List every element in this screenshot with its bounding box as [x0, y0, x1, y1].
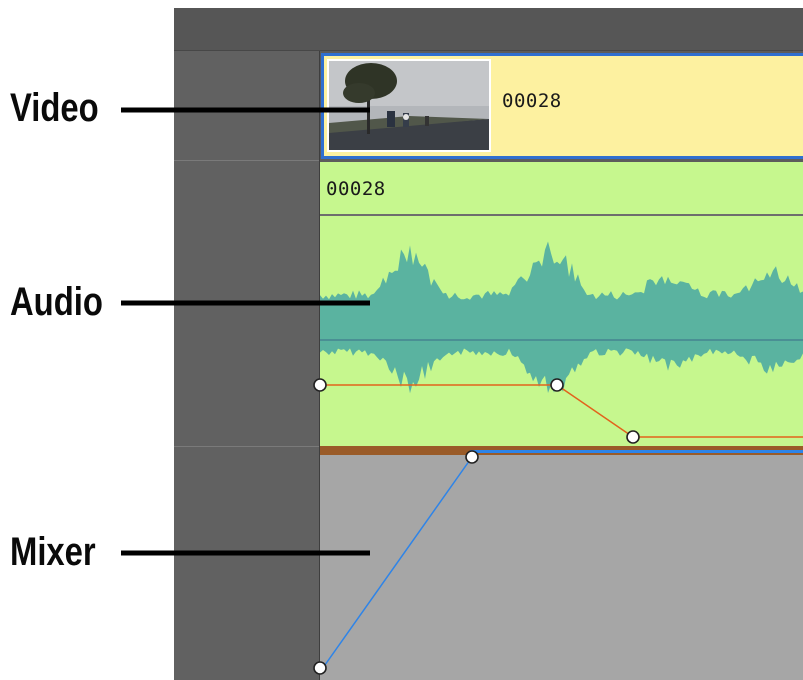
- audio-volume-envelope[interactable]: [320, 384, 803, 438]
- envelope-keyframe[interactable]: [313, 378, 327, 392]
- envelope-keyframe[interactable]: [550, 378, 564, 392]
- mixer-envelope[interactable]: [319, 456, 473, 673]
- callout-audio: Audio: [10, 280, 103, 324]
- mixer-keyframe[interactable]: [313, 661, 327, 675]
- callout-mixer: Mixer: [10, 530, 96, 574]
- envelope-keyframe[interactable]: [626, 430, 640, 444]
- mixer-keyframe[interactable]: [465, 450, 479, 464]
- callout-video: Video: [10, 86, 99, 130]
